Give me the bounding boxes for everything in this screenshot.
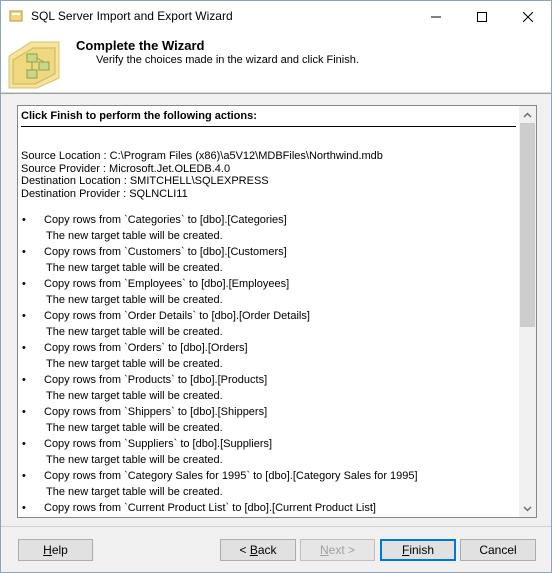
summary-content: Click Finish to perform the following ac… (21, 106, 516, 517)
cancel-button[interactable]: Cancel (460, 539, 536, 561)
action-note: The new target table will be created. (46, 486, 223, 498)
connection-info: Source Location : C:\Program Files (x86)… (21, 150, 383, 200)
action-text: Copy rows from `Order Details` to [dbo].… (44, 310, 310, 322)
close-button[interactable] (505, 1, 551, 32)
action-list: • Copy rows from `Categories` to [dbo].[… (21, 214, 516, 517)
window-title: SQL Server Import and Export Wizard (31, 9, 233, 23)
action-text: Copy rows from `Products` to [dbo].[Prod… (44, 374, 268, 386)
finish-mnemonic: F (401, 543, 410, 557)
summary-heading: Click Finish to perform the following ac… (21, 110, 257, 122)
back-prefix: < (239, 543, 250, 557)
action-text: Copy rows from `Orders` to [dbo].[Orders… (44, 342, 248, 354)
back-label: ack (257, 543, 277, 557)
bullet: • (22, 438, 26, 450)
source-location: Source Location : C:\Program Files (x86)… (21, 150, 383, 162)
destination-provider: Destination Provider : SQLNCLI11 (21, 187, 188, 200)
list-item: • Copy rows from `Employees` to [dbo].[E… (21, 278, 516, 310)
list-item: • Copy rows from `Order Details` to [dbo… (21, 310, 516, 342)
action-text: Copy rows from `Customers` to [dbo].[Cus… (44, 246, 287, 258)
list-item: • Copy rows from `Current Product List` … (21, 502, 516, 517)
footer-divider (1, 526, 551, 527)
heading-rule (21, 126, 516, 127)
next-button[interactable]: Next > (300, 539, 375, 561)
scroll-thumb[interactable] (520, 123, 535, 327)
chevron-up-icon (523, 112, 532, 117)
destination-location: Destination Location : SMITCHELL\SQLEXPR… (21, 175, 269, 187)
action-text: Copy rows from `Suppliers` to [dbo].[Sup… (44, 438, 273, 450)
maximize-button[interactable] (459, 1, 505, 32)
action-text: Copy rows from `Employees` to [dbo].[Emp… (44, 278, 290, 290)
minimize-icon (431, 16, 441, 17)
list-item: • Copy rows from `Categories` to [dbo].[… (21, 214, 516, 246)
app-icon (9, 10, 23, 22)
bullet: • (22, 470, 26, 482)
wizard-window: SQL Server Import and Export Wizard Comp… (0, 0, 552, 573)
wizard-header: Complete the Wizard Verify the choices m… (1, 32, 551, 93)
bullet: • (22, 278, 26, 290)
chevron-down-icon (523, 506, 532, 511)
list-item: • Copy rows from `Suppliers` to [dbo].[S… (21, 438, 516, 470)
back-button[interactable]: < Back (220, 539, 296, 561)
summary-panel[interactable]: Click Finish to perform the following ac… (17, 105, 537, 518)
back-mnemonic: B (249, 543, 258, 557)
bullet: • (22, 502, 26, 514)
minimize-button[interactable] (413, 1, 459, 32)
action-note: The new target table will be created. (46, 230, 223, 242)
list-item: • Copy rows from `Orders` to [dbo].[Orde… (21, 342, 516, 374)
action-note: The new target table will be created. (46, 390, 223, 402)
bullet: • (22, 246, 26, 258)
scroll-down-button[interactable] (519, 500, 536, 517)
bullet: • (22, 342, 26, 354)
action-note: The new target table will be created. (46, 326, 223, 338)
help-label: elp (51, 543, 68, 557)
list-item: • Copy rows from `Category Sales for 199… (21, 470, 516, 502)
action-note: The new target table will be created. (46, 262, 223, 274)
action-note: The new target table will be created. (46, 422, 223, 434)
close-icon (523, 11, 533, 22)
next-label: ext > (328, 543, 356, 557)
header-divider (1, 93, 551, 94)
page-subtitle: Verify the choices made in the wizard an… (96, 54, 359, 66)
next-mnemonic: N (319, 543, 329, 557)
wizard-folder-icon (5, 34, 63, 90)
cancel-label: Cancel (479, 543, 517, 557)
action-note: The new target table will be created. (46, 454, 223, 466)
list-item: • Copy rows from `Customers` to [dbo].[C… (21, 246, 516, 278)
action-text: Copy rows from `Categories` to [dbo].[Ca… (44, 214, 287, 226)
action-text: Copy rows from `Category Sales for 1995`… (44, 470, 418, 482)
page-title: Complete the Wizard (76, 38, 205, 53)
bullet: • (22, 374, 26, 386)
bullet: • (22, 310, 26, 322)
finish-button[interactable]: Finish (380, 539, 456, 561)
vertical-scrollbar[interactable] (519, 106, 536, 517)
help-button[interactable]: Help (18, 539, 93, 561)
action-note: The new target table will be created. (46, 294, 223, 306)
action-note: The new target table will be created. (46, 358, 223, 370)
finish-label: inish (409, 543, 435, 557)
list-item: • Copy rows from `Products` to [dbo].[Pr… (21, 374, 516, 406)
help-mnemonic: H (43, 543, 52, 557)
bullet: • (22, 214, 26, 226)
action-text: Copy rows from `Shippers` to [dbo].[Ship… (44, 406, 268, 418)
title-bar: SQL Server Import and Export Wizard (1, 1, 551, 32)
action-text: Copy rows from `Current Product List` to… (44, 502, 376, 514)
bullet: • (22, 406, 26, 418)
scroll-up-button[interactable] (519, 106, 536, 123)
maximize-icon (477, 11, 487, 22)
list-item: • Copy rows from `Shippers` to [dbo].[Sh… (21, 406, 516, 438)
source-provider: Source Provider : Microsoft.Jet.OLEDB.4.… (21, 162, 231, 175)
